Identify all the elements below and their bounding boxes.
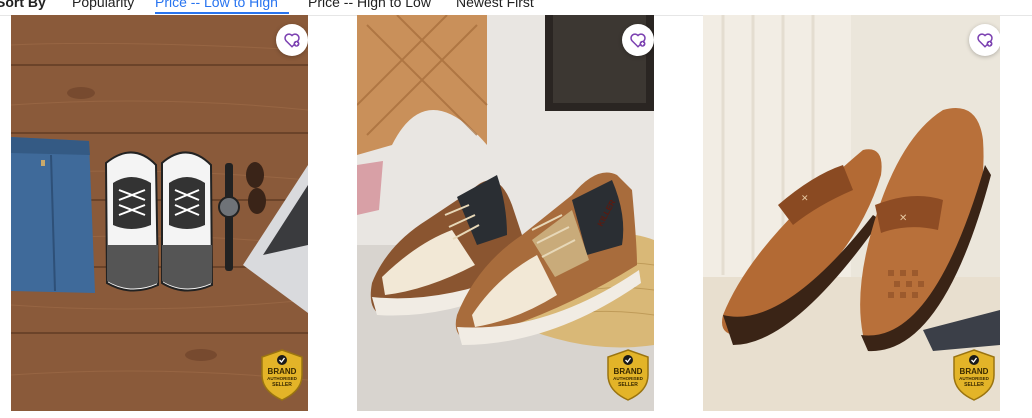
sort-option-price-low-high[interactable]: Price -- Low to High bbox=[155, 0, 278, 11]
wishlist-button[interactable] bbox=[969, 24, 1000, 56]
active-sort-underline bbox=[155, 12, 289, 14]
sort-bar: Sort By Popularity Price -- Low to High … bbox=[0, 0, 1032, 16]
brand-authorised-badge: BRAND AUTHORISED SELLER bbox=[606, 349, 650, 401]
svg-text:✕: ✕ bbox=[899, 213, 907, 224]
heart-icon bbox=[977, 33, 993, 48]
product-card[interactable]: BRAND AUTHORISED SELLER bbox=[11, 15, 308, 411]
sort-option-price-high-low[interactable]: Price -- High to Low bbox=[308, 0, 431, 11]
sneaker-right bbox=[161, 151, 214, 292]
sort-label: Sort By bbox=[0, 0, 46, 10]
brand-authorised-badge: BRAND AUTHORISED SELLER bbox=[260, 349, 304, 401]
heart-icon bbox=[630, 33, 646, 48]
brand-authorised-badge: BRAND AUTHORISED SELLER bbox=[952, 349, 996, 401]
product-card[interactable]: KILLER BRAND AUTHORISED SELLER bbox=[357, 15, 654, 411]
svg-text:✕: ✕ bbox=[801, 193, 809, 203]
sneaker-left bbox=[104, 151, 160, 292]
wishlist-button[interactable] bbox=[622, 24, 654, 56]
heart-icon bbox=[284, 33, 300, 48]
wishlist-button[interactable] bbox=[276, 24, 308, 56]
product-card[interactable]: ✕ ✕ BRAND AUTHORISED SELLER bbox=[703, 15, 1000, 411]
sort-option-newest[interactable]: Newest First bbox=[456, 0, 534, 11]
sort-option-popularity[interactable]: Popularity bbox=[72, 0, 134, 11]
